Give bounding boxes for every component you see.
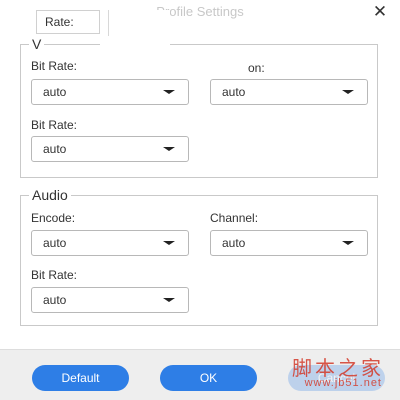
chevron-down-icon bbox=[342, 241, 354, 245]
video-bitrate2-value: auto bbox=[43, 142, 67, 156]
ok-button[interactable]: OK bbox=[160, 365, 257, 391]
video-group: V Bit Rate: auto on: auto Bit Rate: auto bbox=[20, 36, 378, 178]
tooltip-overlay-cover bbox=[100, 10, 170, 50]
chevron-down-icon bbox=[163, 241, 175, 245]
default-button[interactable]: Default bbox=[32, 365, 129, 391]
label-overlay-cover bbox=[209, 58, 245, 76]
video-resolution-value: auto bbox=[222, 85, 246, 99]
video-bitrate-label: Bit Rate: bbox=[31, 59, 78, 73]
close-icon[interactable]: ✕ bbox=[372, 3, 388, 20]
tooltip-divider bbox=[108, 10, 109, 36]
audio-bitrate-value: auto bbox=[43, 293, 67, 307]
audio-group: Audio Encode: auto Channel: auto Bit Rat… bbox=[20, 187, 378, 326]
audio-channel-value: auto bbox=[222, 236, 246, 250]
video-bitrate2-label: Bit Rate: bbox=[31, 118, 78, 132]
chevron-down-icon bbox=[163, 147, 175, 151]
chevron-down-icon bbox=[342, 90, 354, 94]
chevron-down-icon bbox=[163, 298, 175, 302]
video-bitrate-value: auto bbox=[43, 85, 67, 99]
audio-group-legend: Audio bbox=[29, 187, 71, 203]
watermark-url: www.jb51.net bbox=[304, 377, 382, 389]
audio-encoder-label: Encode: bbox=[31, 211, 76, 225]
video-bitrate2-select[interactable]: auto bbox=[31, 136, 189, 162]
audio-channel-select[interactable]: auto bbox=[210, 230, 368, 256]
audio-bitrate-select[interactable]: auto bbox=[31, 287, 189, 313]
video-resolution-select[interactable]: auto bbox=[210, 79, 368, 105]
tooltip: Rate: bbox=[36, 10, 100, 34]
video-bitrate-select[interactable]: auto bbox=[31, 79, 189, 105]
video-resolution-label: on: bbox=[248, 61, 265, 75]
video-group-legend: V bbox=[29, 36, 45, 52]
audio-channel-label: Channel: bbox=[210, 211, 259, 225]
chevron-down-icon bbox=[163, 90, 175, 94]
audio-encoder-value: auto bbox=[43, 236, 67, 250]
audio-bitrate-label: Bit Rate: bbox=[31, 268, 78, 282]
audio-encoder-select[interactable]: auto bbox=[31, 230, 189, 256]
